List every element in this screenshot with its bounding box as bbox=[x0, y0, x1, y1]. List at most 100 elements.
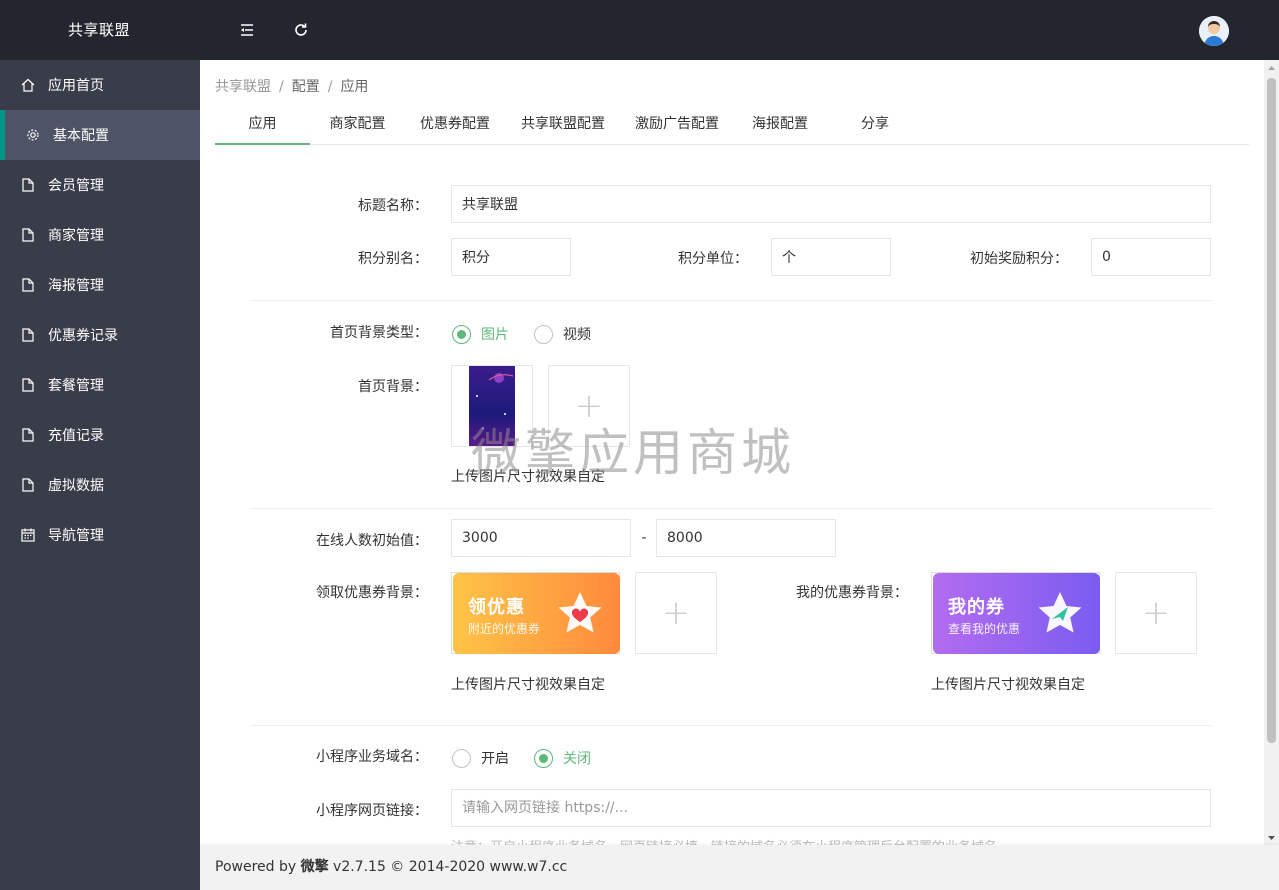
sidebar-item-virtual-data[interactable]: 虚拟数据 bbox=[0, 460, 200, 510]
points-unit-label: 积分单位： bbox=[678, 251, 748, 267]
link-input[interactable] bbox=[451, 789, 1211, 827]
breadcrumb-item[interactable]: 共享联盟 bbox=[215, 79, 271, 95]
sidebar-item-merchants[interactable]: 商家管理 bbox=[0, 210, 200, 260]
sidebar-item-label: 会员管理 bbox=[48, 178, 104, 194]
tab-share[interactable]: 分享 bbox=[840, 104, 910, 145]
tab-poster-config[interactable]: 海报配置 bbox=[740, 104, 820, 145]
initial-points-label: 初始奖励积分： bbox=[970, 251, 1068, 267]
my-coupon-bg-preview: 我的券 查看我的优惠 bbox=[933, 573, 1100, 654]
title-label: 标题名称： bbox=[358, 198, 428, 214]
online-count-label: 在线人数初始值： bbox=[316, 533, 428, 549]
sidebar-item-label: 海报管理 bbox=[48, 278, 104, 294]
file-icon bbox=[20, 277, 36, 293]
sidebar-item-label: 导航管理 bbox=[48, 528, 104, 544]
radio-label: 关闭 bbox=[563, 751, 591, 767]
radio-label: 视频 bbox=[563, 327, 591, 343]
online-min-input[interactable] bbox=[451, 519, 631, 557]
config-tabs: 应用 商家配置 优惠券配置 共享联盟配置 激励广告配置 海报配置 分享 bbox=[215, 104, 1249, 145]
sidebar-item-recharge[interactable]: 充值记录 bbox=[0, 410, 200, 460]
title-input[interactable] bbox=[451, 185, 1211, 223]
breadcrumb-separator: / bbox=[327, 79, 333, 95]
main-content: 共享联盟 / 配置 / 应用 应用 商家配置 优惠券配置 共享联盟配置 激励广告配置 海… bbox=[200, 60, 1264, 845]
file-icon bbox=[20, 377, 36, 393]
radio-circle bbox=[534, 324, 553, 344]
sidebar-item-home[interactable]: 应用首页 bbox=[0, 60, 200, 110]
points-alias-label: 积分别名： bbox=[358, 251, 428, 267]
plus-icon: + bbox=[661, 593, 691, 633]
points-unit-input[interactable] bbox=[771, 238, 891, 276]
tab-coupon-config[interactable]: 优惠券配置 bbox=[410, 104, 500, 145]
sidebar-item-label: 套餐管理 bbox=[48, 378, 104, 394]
tab-merchant-config[interactable]: 商家配置 bbox=[315, 104, 400, 145]
indent-icon[interactable] bbox=[235, 18, 259, 42]
gear-icon bbox=[25, 127, 41, 143]
sidebar-item-coupon-records[interactable]: 优惠券记录 bbox=[0, 310, 200, 360]
sidebar-item-packages[interactable]: 套餐管理 bbox=[0, 360, 200, 410]
domain-radio-enable[interactable]: 开启 bbox=[452, 748, 509, 768]
tab-app[interactable]: 应用 bbox=[215, 104, 310, 145]
scroll-up-arrow-icon[interactable] bbox=[1264, 60, 1279, 75]
footer-prefix: Powered by bbox=[215, 859, 301, 875]
sidebar-item-members[interactable]: 会员管理 bbox=[0, 160, 200, 210]
link-label: 小程序网页链接： bbox=[316, 803, 428, 819]
bg-image-thumbnail[interactable] bbox=[451, 365, 533, 447]
sidebar-item-basic-config[interactable]: 基本配置 bbox=[0, 110, 200, 160]
coupon-preview-title: 领优惠 bbox=[468, 597, 525, 618]
file-icon bbox=[20, 427, 36, 443]
sidebar-item-label: 充值记录 bbox=[48, 428, 104, 444]
coupon-bg-upload-button[interactable]: + bbox=[635, 572, 717, 654]
coupon-preview-subtitle: 附近的优惠券 bbox=[468, 622, 541, 636]
coupon-upload-hint: 上传图片尺寸视效果自定 bbox=[451, 677, 605, 693]
star-heart-icon bbox=[558, 592, 602, 633]
bg-type-radio-image[interactable]: 图片 bbox=[452, 324, 509, 344]
online-max-input[interactable] bbox=[656, 519, 836, 557]
sidebar-item-navigation[interactable]: 导航管理 bbox=[0, 510, 200, 560]
my-coupon-bg-thumbnail[interactable]: 我的券 查看我的优惠 bbox=[931, 572, 1100, 654]
breadcrumb-separator: / bbox=[279, 79, 284, 95]
my-coupon-bg-upload-button[interactable]: + bbox=[1115, 572, 1197, 654]
bg-upload-button[interactable]: + bbox=[548, 365, 630, 447]
file-icon bbox=[20, 177, 36, 193]
online-range-separator: - bbox=[641, 530, 647, 546]
sidebar-item-label: 优惠券记录 bbox=[48, 328, 118, 344]
file-icon bbox=[20, 227, 36, 243]
plus-icon: + bbox=[1141, 593, 1171, 633]
my-coupon-upload-hint: 上传图片尺寸视效果自定 bbox=[931, 677, 1085, 693]
scroll-down-arrow-icon[interactable] bbox=[1264, 830, 1279, 845]
breadcrumb: 共享联盟 / 配置 / 应用 bbox=[215, 76, 368, 96]
user-avatar[interactable] bbox=[1199, 16, 1229, 46]
scrollbar-thumb[interactable] bbox=[1267, 78, 1276, 743]
footer-brand: 微擎 bbox=[300, 859, 329, 875]
breadcrumb-item[interactable]: 配置 bbox=[292, 79, 320, 95]
points-alias-input[interactable] bbox=[451, 238, 571, 276]
file-icon bbox=[20, 477, 36, 493]
domain-radio-disable[interactable]: 关闭 bbox=[534, 748, 591, 768]
bg-type-radio-video[interactable]: 视频 bbox=[534, 324, 591, 344]
radio-label: 开启 bbox=[481, 751, 509, 767]
coupon-bg-thumbnail[interactable]: 领优惠 附近的优惠券 bbox=[451, 572, 620, 654]
sidebar-item-label: 商家管理 bbox=[48, 228, 104, 244]
footer-suffix: v2.7.15 © 2014-2020 www.w7.cc bbox=[328, 859, 568, 875]
radio-circle bbox=[534, 748, 553, 768]
radio-circle bbox=[452, 324, 471, 344]
bg-image-preview bbox=[469, 366, 515, 446]
star-plane-icon bbox=[1038, 592, 1082, 633]
refresh-icon[interactable] bbox=[289, 18, 313, 42]
coupon-bg-label: 领取优惠券背景： bbox=[316, 585, 428, 601]
plus-icon: + bbox=[574, 386, 604, 426]
breadcrumb-current: 应用 bbox=[340, 79, 369, 95]
bg-label: 首页背景： bbox=[358, 379, 428, 395]
file-icon bbox=[20, 327, 36, 343]
initial-points-input[interactable] bbox=[1091, 238, 1211, 276]
link-note: 注意：开启小程序业务域名，网页链接必填，链接的域名必须在小程序管理后台配置的业务… bbox=[451, 836, 997, 845]
sidebar-item-label: 应用首页 bbox=[48, 78, 104, 94]
tab-alliance-config[interactable]: 共享联盟配置 bbox=[513, 104, 613, 145]
sidebar-item-posters[interactable]: 海报管理 bbox=[0, 260, 200, 310]
tab-ad-config[interactable]: 激励广告配置 bbox=[627, 104, 727, 145]
my-coupon-preview-subtitle: 查看我的优惠 bbox=[948, 622, 1021, 636]
divider bbox=[250, 508, 1212, 509]
radio-circle bbox=[452, 748, 471, 768]
top-header: 共享联盟 bbox=[0, 0, 1279, 60]
divider bbox=[250, 300, 1212, 301]
radio-label: 图片 bbox=[481, 327, 509, 343]
